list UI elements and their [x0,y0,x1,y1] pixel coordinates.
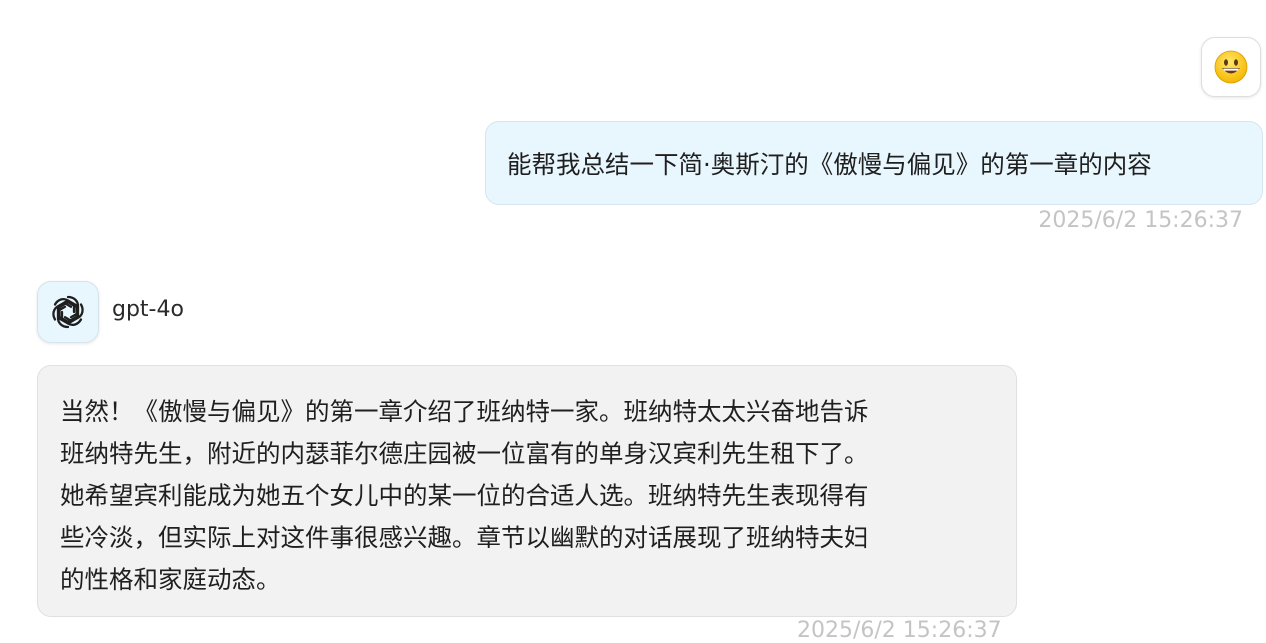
assistant-model-name: gpt-4o [112,297,184,322]
user-message-timestamp: 2025/6/2 15:26:37 [1038,208,1243,233]
user-message-text: 能帮我总结一下简·奥斯汀的《傲慢与偏见》的第一章的内容 [507,149,1152,179]
assistant-message-line: 些冷淡，但实际上对这件事很感兴趣。章节以幽默的对话展现了班纳特夫妇 [60,523,869,552]
assistant-message-line: 班纳特先生，附近的内瑟菲尔德庄园被一位富有的单身汉宾利先生租下了。 [60,439,869,468]
assistant-message-bubble: 当然！《傲慢与偏见》的第一章介绍了班纳特一家。班纳特太太兴奋地告诉 班纳特先生，… [37,365,1017,617]
assistant-message-line: 的性格和家庭动态。 [60,565,281,594]
assistant-message-timestamp: 2025/6/2 15:26:37 [797,618,1002,643]
assistant-avatar [37,281,99,343]
openai-logo-icon [52,295,84,329]
grinning-face-icon [1214,50,1248,84]
user-message-bubble: 能帮我总结一下简·奥斯汀的《傲慢与偏见》的第一章的内容 [485,121,1263,205]
assistant-message-line: 当然！《傲慢与偏见》的第一章介绍了班纳特一家。班纳特太太兴奋地告诉 [60,397,869,426]
assistant-message-line: 她希望宾利能成为她五个女儿中的某一位的合适人选。班纳特先生表现得有 [60,481,869,510]
user-avatar [1201,37,1261,97]
